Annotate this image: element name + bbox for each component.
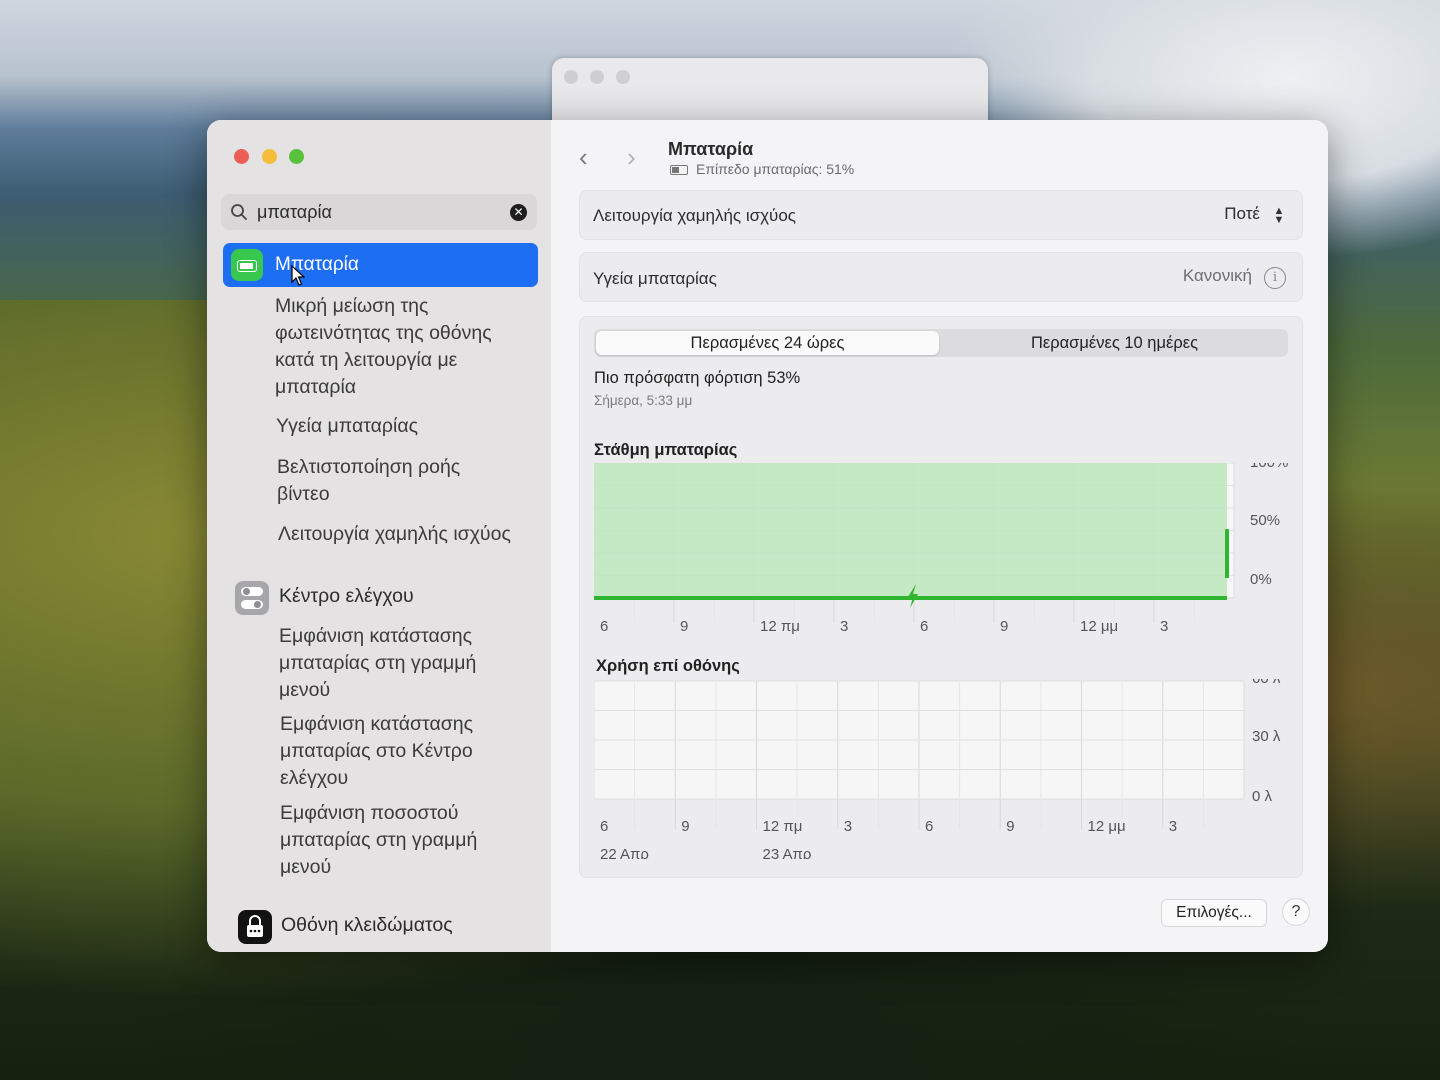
mouse-cursor-icon <box>291 265 305 286</box>
battery-chart-x-tick: 12 πμ <box>760 618 800 635</box>
usage-chart-x-tick: 3 <box>1169 818 1177 835</box>
usage-chart-y-tick: 30 λ <box>1252 728 1281 745</box>
back-window-close-dot <box>564 70 578 84</box>
battery-health-label: Υγεία μπαταρίας <box>593 269 717 288</box>
usage-chart-x-tick: 9 <box>1006 818 1014 835</box>
battery-chart-x-tick: 3 <box>1160 618 1168 635</box>
sidebar-subitem-video-streaming[interactable]: Βελτιστοποίηση ροής βίντεο <box>277 454 477 508</box>
battery-chart-x-tick: 6 <box>600 618 608 635</box>
sidebar-subitem-low-power[interactable]: Λειτουργία χαμηλής ισχύος <box>278 521 548 548</box>
battery-chart-x-tick: 12 μμ <box>1080 618 1118 635</box>
sidebar-item-lock-screen[interactable]: Οθόνη κλειδώματος <box>281 914 453 937</box>
low-power-popup[interactable]: Ποτέ <box>1224 204 1260 224</box>
usage-chart-x-tick: 12 μμ <box>1088 818 1126 835</box>
battery-level-chart-title: Στάθμη μπαταρίας <box>594 441 738 459</box>
screen-usage-chart: 60 λ 30 λ 0 λ 6 9 12 πμ 3 6 9 12 μμ 3 22 Απρ 23 Απρ <box>594 679 1299 859</box>
screen-usage-chart-svg: 60 λ 30 λ 0 λ 6 9 12 πμ 3 6 9 12 μμ 3 22 Απρ 23 Απρ <box>594 679 1281 859</box>
popup-chevrons-icon[interactable]: ▲ ▼ <box>1272 206 1286 226</box>
sidebar-item-control-center[interactable]: Κέντρο ελέγχου <box>279 585 414 608</box>
battery-health-row: Υγεία μπαταρίας Κανονική i <box>579 252 1303 302</box>
battery-level-chart: 100% 50% 0% 6 9 12 πμ 3 6 9 12 μμ 3 <box>594 463 1299 643</box>
usage-chart-x-tick: 6 <box>600 818 608 835</box>
battery-chart-y-tick: 100% <box>1250 463 1288 471</box>
search-field[interactable]: μπαταρία ✕ <box>221 194 537 230</box>
usage-chart-date-label: 23 Απρ <box>763 846 812 859</box>
battery-level-chart-svg: 100% 50% 0% 6 9 12 πμ 3 6 9 12 μμ 3 <box>594 463 1288 635</box>
last-charge-time: Σήμερα, 5:33 μμ <box>594 393 693 408</box>
battery-level-text: Επίπεδο μπαταρίας: 51% <box>696 161 855 177</box>
last-charge-title: Πιο πρόσφατη φόρτιση 53% <box>594 369 801 387</box>
content-pane: ‹ › Μπαταρία Επίπεδο μπαταρίας: 51% Λειτ… <box>551 120 1328 952</box>
usage-chart-x-tick: 6 <box>925 818 933 835</box>
sidebar-subitem-dim-display[interactable]: Μικρή μείωση της φωτεινότητας της οθόνης… <box>275 293 535 401</box>
sidebar-item-label: Μπαταρία <box>275 254 359 275</box>
battery-health-value: Κανονική <box>1182 266 1252 285</box>
back-window-zoom-dot <box>616 70 630 84</box>
info-icon[interactable]: i <box>1264 267 1286 289</box>
zoom-button[interactable] <box>289 149 304 164</box>
page-title: Μπαταρία <box>668 139 754 159</box>
sidebar-subitem-control-center-status[interactable]: Εμφάνιση κατάστασης μπαταρίας στο Κέντρο… <box>280 711 520 792</box>
lock-icon <box>238 910 272 944</box>
minimize-button[interactable] <box>262 149 277 164</box>
battery-chart-x-tick: 3 <box>840 618 848 635</box>
options-button[interactable]: Επιλογές... <box>1161 899 1267 927</box>
usage-chart-x-tick: 9 <box>681 818 689 835</box>
usage-chart-date-label: 22 Απρ <box>600 846 649 859</box>
battery-chart-x-tick: 9 <box>680 618 688 635</box>
battery-level-icon <box>670 165 688 175</box>
battery-level-area <box>594 463 1227 598</box>
usage-chart-x-tick: 12 πμ <box>763 818 803 835</box>
sidebar-subitem-menu-bar-status[interactable]: Εμφάνιση κατάστασης μπαταρίας στη γραμμή… <box>279 623 519 704</box>
control-center-icon <box>235 581 269 615</box>
settings-window: μπαταρία ✕ Μπαταρία Μικρή μείωση της φωτ… <box>207 120 1328 952</box>
tab-last-10-days[interactable]: Περασμένες 10 ημέρες <box>943 331 1286 355</box>
usage-chart-y-tick: 0 λ <box>1252 788 1273 805</box>
usage-chart-y-tick: 60 λ <box>1252 679 1281 687</box>
battery-level-subtitle: Επίπεδο μπαταρίας: 51% <box>670 161 854 177</box>
forward-arrow-icon[interactable]: › <box>627 142 636 173</box>
sidebar-subitem-menu-bar-percentage[interactable]: Εμφάνιση ποσοστού μπαταρίας στη γραμμή μ… <box>280 800 520 881</box>
sidebar-item-battery[interactable]: Μπαταρία <box>223 243 538 287</box>
battery-chart-y-tick: 0% <box>1250 571 1272 588</box>
history-range-segmented-control: Περασμένες 24 ώρες Περασμένες 10 ημέρες <box>594 329 1288 357</box>
back-arrow-icon[interactable]: ‹ <box>579 142 588 173</box>
usage-history-card: Περασμένες 24 ώρες Περασμένες 10 ημέρες … <box>579 316 1303 878</box>
tab-last-24-hours[interactable]: Περασμένες 24 ώρες <box>596 331 939 355</box>
clear-search-icon[interactable]: ✕ <box>510 204 527 221</box>
sidebar: μπαταρία ✕ Μπαταρία Μικρή μείωση της φωτ… <box>207 120 551 952</box>
low-power-label: Λειτουργία χαμηλής ισχύος <box>593 206 796 225</box>
battery-icon <box>231 249 263 281</box>
sidebar-subitem-battery-health[interactable]: Υγεία μπαταρίας <box>276 413 536 440</box>
back-window-minimize-dot <box>590 70 604 84</box>
search-input[interactable]: μπαταρία <box>257 202 332 223</box>
usage-chart-x-tick: 3 <box>844 818 852 835</box>
close-button[interactable] <box>234 149 249 164</box>
battery-chart-x-tick: 9 <box>1000 618 1008 635</box>
battery-chart-y-tick: 50% <box>1250 512 1280 529</box>
help-button[interactable]: ? <box>1282 898 1310 926</box>
search-icon <box>231 204 247 220</box>
screen-usage-chart-title: Χρήση επί οθόνης <box>596 657 740 675</box>
battery-chart-x-tick: 6 <box>920 618 928 635</box>
low-power-row: Λειτουργία χαμηλής ισχύος Ποτέ ▲ ▼ <box>579 190 1303 240</box>
